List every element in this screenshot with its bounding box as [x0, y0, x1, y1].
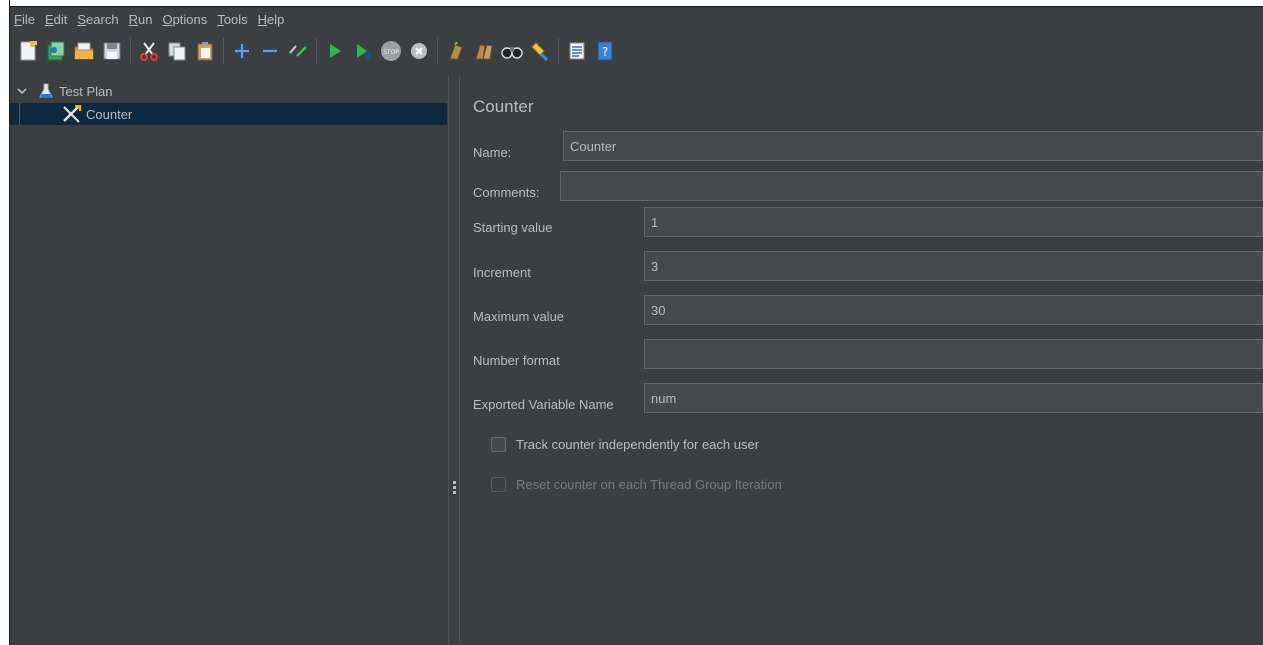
- menu-run-rest: un: [137, 11, 153, 27]
- comments-label: Comments:: [473, 185, 540, 200]
- svg-text:?: ?: [602, 45, 608, 59]
- templates-icon[interactable]: [45, 40, 67, 62]
- flask-icon: [39, 83, 53, 99]
- test-plan-tree: Test Plan Counter: [10, 75, 448, 645]
- menu-edit-rest: dit: [53, 11, 68, 27]
- function-helper-icon[interactable]: [566, 40, 588, 62]
- counter-config-panel: Counter Name: Counter Comments: Starting…: [461, 75, 1263, 645]
- shutdown-icon[interactable]: [408, 40, 430, 62]
- exported-variable-field[interactable]: num: [644, 383, 1263, 413]
- increment-field[interactable]: 3: [644, 251, 1263, 281]
- number-format-label: Number format: [473, 353, 560, 368]
- increment-label: Increment: [473, 265, 531, 280]
- clear-icon[interactable]: [445, 40, 467, 62]
- toolbar-separator: [437, 38, 438, 64]
- help-icon[interactable]: ?: [594, 40, 616, 62]
- expand-icon[interactable]: [231, 40, 253, 62]
- track-counter-checkbox-row[interactable]: Track counter independently for each use…: [491, 437, 759, 452]
- track-counter-checkbox[interactable]: [491, 437, 506, 452]
- starting-value-field[interactable]: 1: [644, 207, 1263, 237]
- reset-counter-label: Reset counter on each Thread Group Itera…: [516, 477, 782, 492]
- splitter-grip-icon[interactable]: [453, 481, 456, 494]
- toolbar-separator: [223, 38, 224, 64]
- toolbar-separator: [130, 38, 131, 64]
- chevron-down-icon[interactable]: [17, 86, 27, 96]
- menu-help-rest: elp: [267, 11, 285, 27]
- menu-options-rest: ptions: [172, 11, 208, 27]
- menu-file[interactable]: File: [10, 12, 41, 27]
- toolbar-separator: [316, 38, 317, 64]
- new-icon[interactable]: [17, 40, 39, 62]
- exported-variable-label: Exported Variable Name: [473, 397, 614, 412]
- reset-search-icon[interactable]: [529, 40, 551, 62]
- menu-search-mnemonic: S: [77, 11, 87, 27]
- menu-options[interactable]: Options: [160, 12, 213, 27]
- name-field-value: Counter: [570, 138, 617, 154]
- tree-node-counter[interactable]: Counter: [10, 103, 447, 125]
- menu-tools-rest: ools: [223, 11, 248, 27]
- reset-counter-checkbox: [491, 477, 506, 492]
- increment-field-value: 3: [651, 258, 659, 274]
- reset-counter-checkbox-row: Reset counter on each Thread Group Itera…: [491, 477, 782, 492]
- clear-all-icon[interactable]: [473, 40, 495, 62]
- menu-search-rest: earch: [86, 11, 119, 27]
- save-icon[interactable]: [101, 40, 123, 62]
- tree-guide-line: [19, 103, 20, 125]
- tools-icon: [62, 105, 82, 123]
- search-icon[interactable]: [501, 40, 523, 62]
- maximum-value-field-value: 30: [651, 302, 666, 318]
- menu-file-mnemonic: F: [14, 11, 22, 27]
- comments-field[interactable]: [560, 171, 1263, 201]
- menu-edit[interactable]: Edit: [43, 12, 73, 27]
- menu-edit-mnemonic: E: [44, 11, 54, 27]
- track-counter-label: Track counter independently for each use…: [516, 437, 760, 452]
- exported-variable-field-value: num: [651, 390, 677, 406]
- name-field[interactable]: Counter: [563, 131, 1263, 161]
- name-label: Name:: [473, 145, 512, 160]
- toolbar-separator: [558, 38, 559, 64]
- paste-icon[interactable]: [194, 40, 216, 62]
- number-format-field[interactable]: [644, 339, 1263, 369]
- starting-value-label: Starting value: [473, 220, 553, 235]
- menu-search[interactable]: Search: [75, 12, 124, 27]
- tree-node-label: Counter: [86, 106, 133, 122]
- start-no-pauses-icon[interactable]: [352, 40, 374, 62]
- maximum-value-label: Maximum value: [473, 309, 565, 324]
- open-icon[interactable]: [73, 40, 95, 62]
- menu-help-mnemonic: H: [257, 11, 268, 27]
- copy-icon[interactable]: [166, 40, 188, 62]
- tree-node-label: Test Plan: [59, 83, 113, 99]
- tree-node-test-plan[interactable]: Test Plan: [10, 80, 448, 102]
- collapse-icon[interactable]: [259, 40, 281, 62]
- menu-tools[interactable]: Tools: [215, 12, 253, 27]
- window-top-border: [0, 0, 1263, 7]
- start-icon[interactable]: [324, 40, 346, 62]
- window-left-border: [0, 0, 10, 645]
- cut-icon[interactable]: [138, 40, 160, 62]
- toolbar: STOP ?: [10, 31, 1263, 71]
- svg-text:STOP: STOP: [383, 49, 399, 56]
- menu-options-mnemonic: O: [162, 11, 173, 27]
- menu-help[interactable]: Help: [256, 12, 291, 27]
- maximum-value-field[interactable]: 30: [644, 295, 1263, 325]
- panel-title: Counter: [473, 97, 534, 116]
- menu-run[interactable]: Run: [127, 12, 159, 27]
- split-pane-divider[interactable]: [448, 75, 460, 645]
- stop-icon[interactable]: STOP: [380, 40, 402, 62]
- jmeter-window: File Edit Search Run Options Tools Help: [10, 7, 1263, 645]
- starting-value-field-value: 1: [651, 214, 659, 230]
- toggle-icon[interactable]: [287, 40, 309, 62]
- menu-bar: File Edit Search Run Options Tools Help: [10, 7, 1263, 31]
- menu-file-rest: ile: [21, 11, 35, 27]
- menu-run-mnemonic: R: [128, 11, 138, 27]
